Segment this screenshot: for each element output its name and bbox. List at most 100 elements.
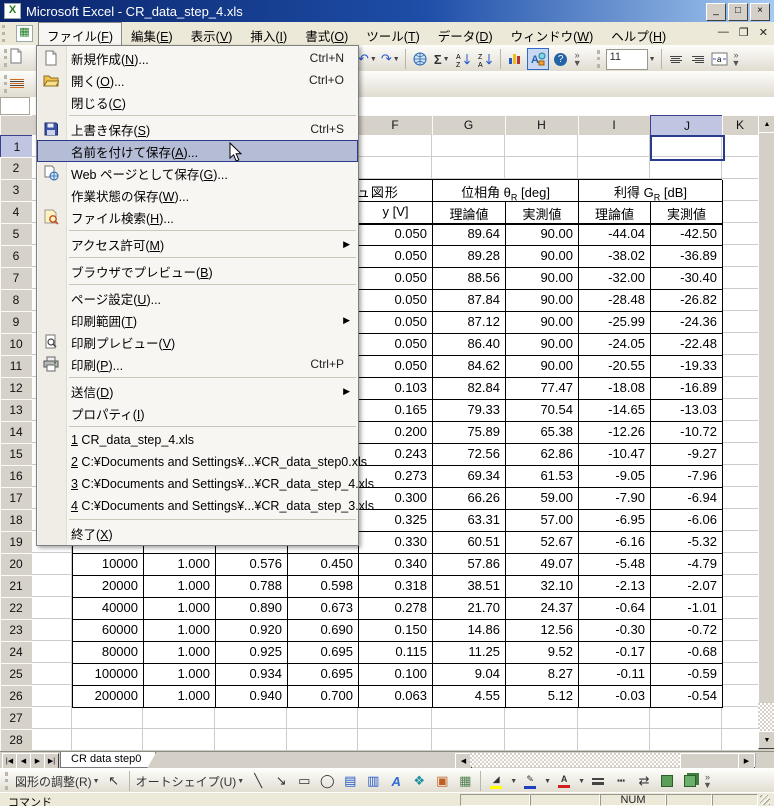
- scroll-up-button[interactable]: ▲: [758, 115, 774, 133]
- column-header-I[interactable]: I: [578, 115, 651, 136]
- menu-item[interactable]: 編集(E): [122, 22, 182, 45]
- column-header-G[interactable]: G: [432, 115, 506, 136]
- tab-next-button[interactable]: ▶: [30, 753, 45, 769]
- row-header-15[interactable]: 15: [0, 443, 33, 466]
- resize-grip[interactable]: [760, 795, 770, 805]
- arrow-style-button[interactable]: ⇄: [634, 771, 654, 791]
- line-color-button[interactable]: ✎: [520, 771, 540, 791]
- file-menu-item[interactable]: 作業状態の保存(W)...: [37, 184, 358, 206]
- menu-file[interactable]: ファイル(F): [38, 22, 122, 45]
- menu-item[interactable]: 表示(V): [182, 22, 242, 45]
- row-header-19[interactable]: 19: [0, 531, 33, 554]
- file-menu-item[interactable]: ファイル検索(H)...: [37, 206, 358, 228]
- row-header-5[interactable]: 5: [0, 223, 33, 246]
- 3d-style-button[interactable]: [680, 771, 700, 791]
- tab-first-button[interactable]: |◀: [2, 753, 17, 769]
- vertical-scroll-thumb[interactable]: [758, 132, 774, 704]
- vertical-scrollbar[interactable]: ▲ ▼: [758, 115, 774, 751]
- file-menu-item[interactable]: 印刷プレビュー(V): [37, 331, 358, 353]
- vertical-scroll-track[interactable]: [758, 703, 774, 731]
- tab-last-button[interactable]: ▶|: [44, 753, 59, 769]
- row-header-27[interactable]: 27: [0, 707, 33, 730]
- row-header-25[interactable]: 25: [0, 663, 33, 686]
- file-menu-item[interactable]: アクセス許可(M)▶: [37, 233, 358, 255]
- hyperlink-globe-icon[interactable]: [410, 49, 430, 69]
- file-menu-item[interactable]: 1 CR_data_step_4.xls: [37, 429, 358, 451]
- row-header-11[interactable]: 11: [0, 355, 33, 378]
- merge-center-button[interactable]: a: [710, 49, 730, 69]
- row-header-4[interactable]: 4: [0, 201, 33, 224]
- dash-style-button[interactable]: ┅: [611, 771, 631, 791]
- file-menu-item[interactable]: 終了(X): [37, 522, 358, 544]
- menu-item[interactable]: ウィンドウ(W): [502, 22, 603, 45]
- fill-color-dropdown[interactable]: ▼: [510, 778, 517, 785]
- align-right-button[interactable]: [688, 49, 708, 69]
- redo-button[interactable]: ↷▼: [380, 49, 401, 69]
- align-center-button[interactable]: [666, 49, 686, 69]
- drawing-toolbar-grip[interactable]: [5, 772, 8, 790]
- sort-ascending-button[interactable]: AZ: [454, 49, 474, 69]
- row-header-21[interactable]: 21: [0, 575, 33, 598]
- file-menu-item[interactable]: ブラウザでプレビュー(B): [37, 260, 358, 282]
- clipart-button[interactable]: ▣: [432, 771, 452, 791]
- menu-item[interactable]: ツール(T): [357, 22, 428, 45]
- menu-item[interactable]: データ(D): [429, 22, 502, 45]
- autosum-button[interactable]: Σ▼: [432, 49, 452, 69]
- row-header-8[interactable]: 8: [0, 289, 33, 312]
- row-header-23[interactable]: 23: [0, 619, 33, 642]
- menu-item[interactable]: 挿入(I): [241, 22, 296, 45]
- row-header-13[interactable]: 13: [0, 399, 33, 422]
- hscroll-thumb[interactable]: [680, 753, 740, 769]
- tab-prev-button[interactable]: ◀: [16, 753, 31, 769]
- help-button[interactable]: ?: [551, 49, 571, 69]
- file-menu-item[interactable]: 2 C:¥Documents and Settings¥...¥CR_data_…: [37, 451, 358, 473]
- select-all-corner[interactable]: [0, 115, 33, 136]
- file-menu-item[interactable]: 印刷(P)...Ctrl+P: [37, 353, 358, 375]
- row-header-28[interactable]: 28: [0, 729, 33, 752]
- arrow-button[interactable]: ↘: [271, 771, 291, 791]
- file-menu-item[interactable]: 上書き保存(S)Ctrl+S: [37, 118, 358, 140]
- drawing-toolbar-options[interactable]: »▼: [703, 773, 712, 789]
- picture-button[interactable]: ▦: [455, 771, 475, 791]
- formatting-toolbar-options[interactable]: »▼: [732, 51, 741, 67]
- row-header-10[interactable]: 10: [0, 333, 33, 356]
- scroll-down-button[interactable]: ▼: [758, 731, 774, 749]
- new-workbook-button[interactable]: [8, 48, 24, 69]
- file-menu-item[interactable]: ページ設定(U)...: [37, 287, 358, 309]
- row-header-17[interactable]: 17: [0, 487, 33, 510]
- adjust-shapes-button[interactable]: 図形の調整(R)▼: [14, 771, 101, 791]
- menu-item[interactable]: ヘルプ(H): [602, 22, 675, 45]
- row-header-14[interactable]: 14: [0, 421, 33, 444]
- text-box-button[interactable]: ▤: [340, 771, 360, 791]
- maximize-button[interactable]: □: [728, 3, 748, 21]
- row-header-7[interactable]: 7: [0, 267, 33, 290]
- menubar-grip[interactable]: [2, 25, 10, 42]
- file-menu-item[interactable]: 3 C:¥Documents and Settings¥...¥CR_data_…: [37, 473, 358, 495]
- close-button[interactable]: ×: [750, 3, 770, 21]
- minimize-button[interactable]: _: [706, 3, 726, 21]
- shadow-style-button[interactable]: [657, 771, 677, 791]
- column-header-J[interactable]: J: [650, 115, 724, 137]
- font-size-select[interactable]: 11▼: [605, 49, 657, 69]
- column-header-H[interactable]: H: [505, 115, 579, 136]
- chart-wizard-button[interactable]: [505, 49, 525, 69]
- diagram-button[interactable]: ❖: [409, 771, 429, 791]
- row-header-12[interactable]: 12: [0, 377, 33, 400]
- row-header-26[interactable]: 26: [0, 685, 33, 708]
- select-objects-button[interactable]: ↖: [104, 771, 124, 791]
- undo-button[interactable]: ↶▼: [357, 49, 378, 69]
- file-menu-item[interactable]: 閉じる(C): [37, 91, 358, 113]
- workbook-restore-button[interactable]: ❐: [739, 26, 749, 39]
- file-menu-item[interactable]: 送信(D)▶: [37, 380, 358, 402]
- file-menu-item[interactable]: 4 C:¥Documents and Settings¥...¥CR_data_…: [37, 495, 358, 517]
- row-header-6[interactable]: 6: [0, 245, 33, 268]
- wordart-button[interactable]: A: [386, 771, 406, 791]
- file-menu-item[interactable]: 新規作成(N)...Ctrl+N: [37, 47, 358, 69]
- vertical-text-box-button[interactable]: ▥: [363, 771, 383, 791]
- format-icon[interactable]: [10, 78, 24, 89]
- line-color-dropdown[interactable]: ▼: [544, 778, 551, 785]
- row-header-9[interactable]: 9: [0, 311, 33, 334]
- line-style-button[interactable]: [588, 771, 608, 791]
- font-color-dropdown[interactable]: ▼: [578, 778, 585, 785]
- menu-item[interactable]: 書式(O): [296, 22, 357, 45]
